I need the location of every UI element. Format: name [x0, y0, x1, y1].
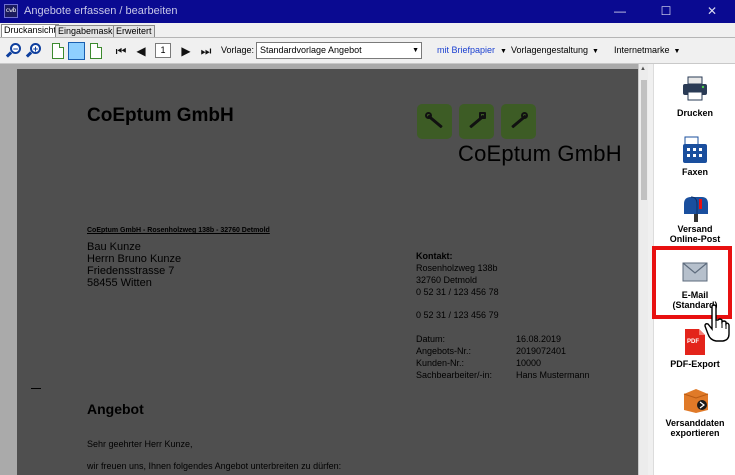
intro-text: wir freuen uns, Ihnen folgendes Angebot …	[87, 461, 342, 471]
internetmarke-label: Internetmarke	[614, 45, 670, 55]
fax-icon	[683, 136, 707, 163]
zoom-handle	[5, 51, 13, 58]
vorlagengestaltung-label: Vorlagengestaltung	[510, 45, 588, 55]
page-fold	[97, 43, 102, 48]
tab-druckansicht[interactable]: Druckansicht	[1, 24, 60, 37]
drucken-button[interactable]: Drucken	[654, 74, 735, 134]
faxen-button[interactable]: Faxen	[654, 134, 735, 192]
two-page-icon[interactable]	[68, 42, 85, 60]
meta-value: 10000	[516, 358, 542, 368]
page-number-input[interactable]: 1	[155, 43, 171, 58]
chevron-down-icon: ▼	[673, 48, 681, 55]
pdf-export-label: PDF-Export	[670, 359, 720, 369]
internetmarke-menu[interactable]: Internetmarke ▼	[614, 45, 680, 55]
meta-label: Angebots-Nr.:	[416, 346, 472, 356]
toolbar: − + ⏮ ◀ 1 ▶ ⏭ Vorlage: Standardvorlage A…	[0, 37, 735, 64]
meta-value: 16.08.2019	[516, 334, 562, 344]
wrench-icon	[417, 104, 452, 139]
spanner-icon	[501, 104, 536, 139]
first-page-button[interactable]: ⏮	[115, 43, 127, 59]
vertical-scrollbar[interactable]: ▲	[638, 64, 648, 475]
last-page-button[interactable]: ⏭	[200, 43, 212, 59]
briefpapier-toggle[interactable]: mit Briefpapier	[437, 45, 495, 55]
logo-text: CoEptum GmbH	[458, 141, 622, 166]
tab-erweitert[interactable]: Erweitert	[113, 25, 155, 37]
meta-value: 2019072401	[516, 346, 567, 356]
drucken-label: Drucken	[676, 108, 713, 118]
window-title: Angebote erfassen / bearbeiten	[24, 5, 178, 17]
chevron-down-icon: ▼	[592, 48, 599, 55]
export-box-icon	[683, 389, 709, 413]
meta-value: Hans Mustermann	[516, 370, 590, 380]
company-name: CoEptum GmbH	[87, 105, 234, 126]
zoom-out-button[interactable]: −	[5, 43, 22, 59]
vorlage-value: Standardvorlage Angebot	[260, 45, 362, 55]
page-fold	[59, 43, 64, 48]
kontakt-line: 32760 Detmold	[416, 275, 478, 285]
scroll-thumb[interactable]	[641, 80, 647, 200]
hammer-icon	[459, 104, 494, 139]
recipient-line: 58455 Witten	[87, 277, 152, 289]
vorlage-select[interactable]: Standardvorlage Angebot ▼	[256, 42, 422, 59]
chevron-down-icon: ▼	[500, 48, 507, 55]
meta-label: Datum:	[416, 334, 446, 344]
vorlage-label: Vorlage:	[221, 45, 255, 55]
next-page-button[interactable]: ▶	[180, 43, 192, 59]
recipient-line: Bau Kunze	[87, 241, 141, 253]
chevron-down-icon: ▼	[412, 47, 419, 54]
salutation: Sehr geehrter Herr Kunze,	[87, 439, 193, 449]
zoom-handle	[25, 51, 33, 58]
hand-cursor-icon	[704, 304, 730, 342]
page-width-icon[interactable]	[90, 43, 102, 59]
recipient-line: Friedensstrasse 7	[87, 265, 175, 277]
versand-online-post-button[interactable]: Versand Online-Post	[654, 192, 735, 248]
meta-label: Kunden-Nr.:	[416, 358, 465, 368]
versanddaten-exportieren-button[interactable]: Versanddaten exportieren	[654, 384, 735, 454]
maximize-button[interactable]: ☐	[643, 0, 689, 23]
kontakt-line: Rosenholzweg 138b	[416, 263, 498, 273]
recipient-line: Herrn Bruno Kunze	[87, 253, 182, 265]
app-icon: cwb	[4, 4, 18, 18]
fold-mark	[31, 388, 41, 389]
action-panel: Drucken Faxen Versand Online-Post E-Mail…	[648, 64, 735, 475]
document-preview-area[interactable]: CoEptum GmbH CoEptum GmbH CoEptum GmbH -…	[0, 64, 648, 475]
kontakt-heading: Kontakt:	[416, 251, 453, 261]
versand-online-post-label: Versand Online-Post	[669, 224, 721, 244]
tab-bar: Druckansicht Eingabemaske Erweitert	[0, 23, 735, 37]
scroll-up-icon[interactable]: ▲	[640, 66, 646, 72]
kontakt-line: 0 52 31 / 123 456 78	[416, 287, 499, 297]
printer-icon	[683, 76, 707, 101]
pdf-badge: PDF	[687, 339, 699, 345]
minimize-button[interactable]: —	[597, 0, 643, 23]
meta-label: Sachbearbeiter/-in:	[416, 370, 493, 380]
zoom-in-button[interactable]: +	[25, 43, 42, 59]
mailbox-icon	[684, 196, 708, 222]
close-button[interactable]: ✕	[689, 0, 735, 23]
faxen-label: Faxen	[681, 167, 708, 177]
vorlagengestaltung-menu[interactable]: ▼ Vorlagengestaltung ▼	[500, 45, 599, 55]
tab-eingabemaske[interactable]: Eingabemaske	[55, 25, 121, 37]
document-page: CoEptum GmbH CoEptum GmbH CoEptum GmbH -…	[17, 69, 638, 475]
kontakt-line: 0 52 31 / 123 456 79	[416, 310, 499, 320]
title-bar: cwb Angebote erfassen / bearbeiten — ☐ ✕	[0, 0, 735, 23]
sender-line: CoEptum GmbH - Rosenholzweg 138b - 32760…	[87, 227, 270, 234]
versanddaten-exportieren-label: Versanddaten exportieren	[665, 418, 725, 438]
single-page-icon[interactable]	[52, 43, 64, 59]
prev-page-button[interactable]: ◀	[135, 43, 147, 59]
document-heading: Angebot	[87, 401, 144, 417]
